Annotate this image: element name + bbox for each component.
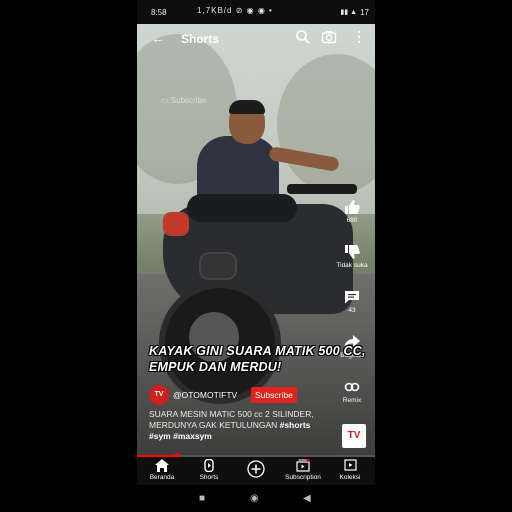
home-button-icon[interactable]: ◉ <box>250 493 259 504</box>
subscribe-button[interactable]: Subscribe <box>251 387 297 403</box>
shorts-icon <box>204 459 214 472</box>
channel-avatar[interactable]: TV <box>149 385 169 405</box>
subscriptions-icon <box>296 459 310 472</box>
nav-item-shorts[interactable]: Shorts <box>186 459 232 481</box>
add-icon <box>247 460 265 478</box>
thumbs-up-icon <box>345 200 360 214</box>
page-title: Shorts <box>181 32 220 46</box>
hashtag-shorts[interactable]: #shorts <box>280 420 311 430</box>
like-count: 680 <box>346 217 358 224</box>
background-tree <box>277 54 375 194</box>
description-line1: SUARA MESIN MATIC 500 cc 2 SILINDER, <box>149 409 314 419</box>
nav-item-library[interactable]: Koleksi <box>327 459 373 481</box>
nav-item-home[interactable]: Beranda <box>139 459 185 481</box>
battery-level: 17 <box>360 8 369 17</box>
motorbike-taillight <box>163 212 189 236</box>
like-button[interactable]: 680 <box>335 200 369 224</box>
video-caption-line1: KAYAK GINI SUARA MATIK 500 CC, <box>149 344 366 358</box>
video-watermark: ▭ Subscribe <box>161 96 207 105</box>
camera-icon[interactable] <box>321 29 337 45</box>
description-line3: #sym #maxsym <box>149 431 339 442</box>
library-icon <box>344 459 357 471</box>
system-back-icon[interactable]: ◀ <box>303 493 311 504</box>
nav-item-add[interactable] <box>233 459 279 480</box>
channel-row: TV @OTOMOTIFTV Subscribe <box>149 385 349 405</box>
phone-screen: 8:58 1,7KB/d ⊘ ◉ ◉ • ▮▮ ▲ 17 ▭ Subscribe… <box>137 0 375 512</box>
dislike-button[interactable]: Tidak suka <box>335 245 369 269</box>
comment-button[interactable]: 43 <box>335 290 369 314</box>
recent-apps-icon[interactable]: ■ <box>199 493 205 504</box>
thumbs-down-icon <box>345 245 360 259</box>
back-arrow-icon[interactable]: ← <box>151 30 165 46</box>
channel-name[interactable]: @OTOMOTIFTV <box>173 390 237 400</box>
nav-item-subscriptions[interactable]: Subscription <box>280 459 326 481</box>
search-icon[interactable] <box>295 29 311 45</box>
rider-hair <box>229 100 265 114</box>
dislike-label: Tidak suka <box>336 262 368 269</box>
more-vert-icon[interactable]: ⋮ <box>352 28 366 45</box>
comment-count: 43 <box>348 307 356 314</box>
motorbike-exhaust <box>199 252 237 280</box>
description-line2: MERDUNYA GAK KETULUNGAN #shorts <box>149 420 311 430</box>
signal-icon: ▮▮ ▲ <box>340 9 357 16</box>
channel-logo-badge[interactable]: TV <box>340 422 368 450</box>
bottom-navigation: Beranda Shorts Subscription Koleksi <box>137 457 375 485</box>
video-caption-line2: EMPUK DAN MERDU! <box>149 360 282 374</box>
motorbike-seat <box>187 194 297 222</box>
hashtags[interactable]: #sym #maxsym <box>149 431 212 441</box>
video-description[interactable]: SUARA MESIN MATIC 500 cc 2 SILINDER, MER… <box>149 409 339 442</box>
status-time: 8:58 <box>151 8 167 17</box>
status-bar: 8:58 1,7KB/d ⊘ ◉ ◉ • ▮▮ ▲ 17 <box>137 0 375 24</box>
motorbike-handlebar <box>287 184 357 194</box>
comment-icon <box>345 291 359 304</box>
system-navigation-bar: ■ ◉ ◀ <box>137 485 375 512</box>
home-icon <box>155 459 169 472</box>
shorts-header: ← Shorts ⋮ <box>137 24 375 52</box>
status-speed: 1,7KB/d ⊘ ◉ ◉ • <box>197 6 273 15</box>
